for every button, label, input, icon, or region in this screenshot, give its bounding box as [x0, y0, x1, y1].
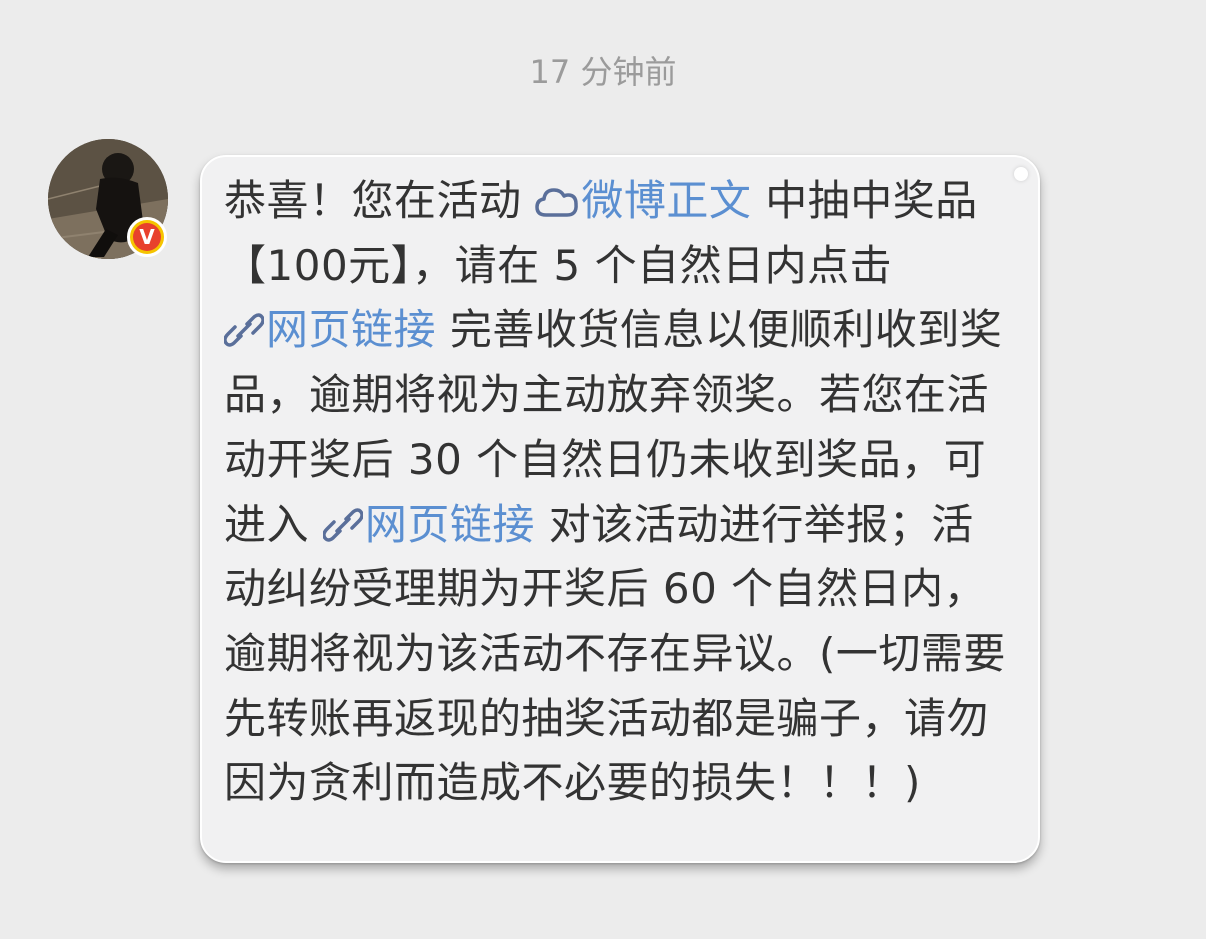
message-text: 恭喜！您在活动 微博正文 中抽中奖品【100元】，请在 5 个自然日内点击 网页…	[223, 169, 1012, 816]
message-timestamp: 17 分钟前	[529, 53, 677, 91]
web-link-2[interactable]: 网页链接	[321, 499, 535, 549]
weibo-post-link-label: 微博正文	[581, 176, 752, 225]
web-link-1[interactable]: 网页链接	[223, 305, 437, 355]
link-icon	[321, 507, 364, 542]
web-link-2-label: 网页链接	[364, 499, 535, 549]
bubble-corner-dot	[1014, 167, 1028, 181]
link-icon	[223, 313, 265, 348]
message-text-part1: 恭喜！您在活动	[224, 176, 536, 225]
message-bubble[interactable]: 恭喜！您在活动 微博正文 中抽中奖品【100元】，请在 5 个自然日内点击 网页…	[200, 155, 1040, 863]
web-link-1-label: 网页链接	[266, 305, 437, 355]
verified-badge: V	[127, 217, 167, 257]
verified-v-icon: V	[133, 223, 161, 251]
cloud-icon	[535, 188, 579, 217]
chat-screen: 17 分钟前 V 恭喜！您在活动 微博正文 中抽中奖品【100元】，请在 5 个…	[0, 0, 1206, 939]
weibo-post-link[interactable]: 微博正文	[535, 176, 751, 225]
